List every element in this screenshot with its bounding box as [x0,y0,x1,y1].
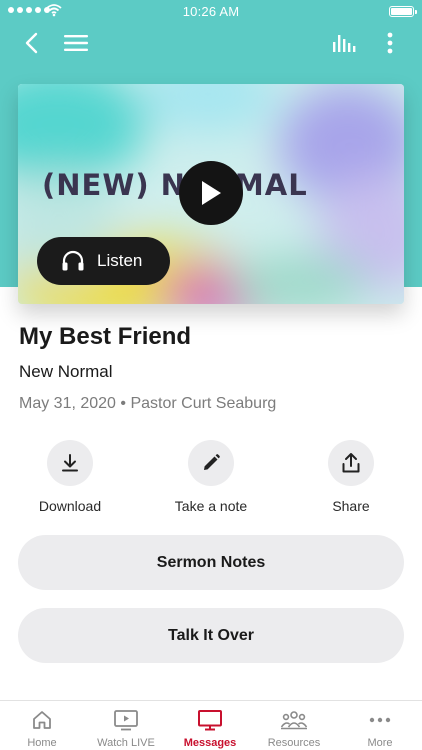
monitor-icon [198,710,222,731]
vertical-dots-icon [387,32,393,54]
tab-messages[interactable]: Messages [168,707,252,749]
tab-resources[interactable]: Resources [252,707,336,749]
battery-icon [389,6,417,17]
more-options-button[interactable] [376,29,404,57]
menu-button[interactable] [62,29,90,57]
tab-home-label: Home [27,737,57,749]
listen-button-label: Listen [97,251,143,270]
take-note-action[interactable]: Take a note [151,440,271,514]
listen-button[interactable]: Listen [37,237,170,285]
share-action[interactable]: Share [291,440,411,514]
tab-watch-live-label: Watch LIVE [97,737,155,749]
sermon-meta: May 31, 2020 • Pastor Curt Seaburg [19,395,277,412]
audio-button[interactable] [330,29,358,57]
tab-home[interactable]: Home [0,707,84,749]
download-icon [62,454,78,472]
play-button[interactable] [179,161,243,225]
artwork-title-text: (NEW) NORMAL [42,168,308,202]
pencil-icon [204,454,220,470]
headphones-icon [62,250,84,271]
tab-more-label: More [367,737,393,749]
horizontal-dots-icon [369,717,391,723]
home-icon [33,711,51,729]
download-button[interactable] [47,440,93,486]
share-label: Share [332,498,370,514]
sermon-title: My Best Friend [19,323,192,350]
play-icon [202,181,221,205]
audio-bars-icon [333,35,356,52]
status-bar: 10:26 AM [0,0,422,22]
take-note-button[interactable] [188,440,234,486]
tab-watch-live[interactable]: Watch LIVE [84,707,168,749]
chevron-left-icon [25,32,38,54]
hamburger-menu-icon [64,35,88,51]
tab-bar: Home Watch LIVE Messages Resources More [0,700,422,750]
download-action[interactable]: Download [10,440,130,514]
download-label: Download [38,498,102,514]
sermon-series: New Normal [19,362,113,381]
group-icon [280,711,308,730]
take-note-label: Take a note [174,498,248,514]
talk-it-over-button[interactable]: Talk It Over [18,608,404,663]
tv-play-icon [114,710,138,731]
tab-resources-label: Resources [267,737,321,749]
sermon-detail-screen: 10:26 AM (NEW) NORMAL Listen My Best Fri… [0,0,422,750]
tab-more[interactable]: More [338,707,422,749]
tab-messages-label: Messages [183,737,237,749]
share-icon [342,453,360,473]
sermon-notes-button[interactable]: Sermon Notes [18,535,404,590]
share-button[interactable] [328,440,374,486]
back-button[interactable] [18,29,46,57]
status-time: 10:26 AM [182,4,240,19]
